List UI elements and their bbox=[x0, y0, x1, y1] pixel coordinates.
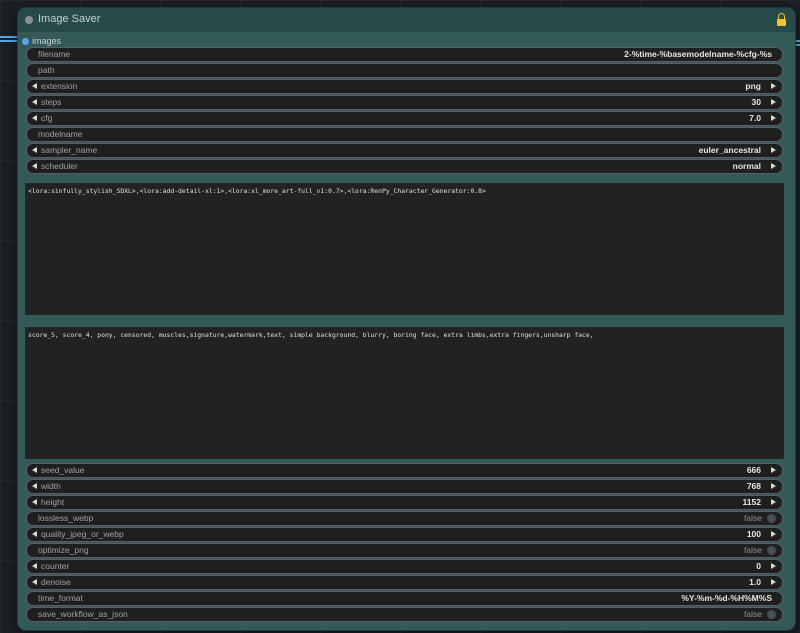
input-slot-dot-icon[interactable] bbox=[22, 38, 29, 45]
widget-steps[interactable]: steps 30 bbox=[26, 95, 783, 110]
node-header[interactable]: Image Saver bbox=[18, 8, 795, 32]
widget-value: 100 bbox=[746, 529, 761, 539]
widget-width[interactable]: width 768 bbox=[26, 479, 783, 494]
widget-label: path bbox=[38, 65, 55, 75]
widget-counter[interactable]: counter 0 bbox=[26, 559, 783, 574]
widget-label: scheduler bbox=[41, 161, 78, 171]
arrow-right-icon[interactable] bbox=[771, 483, 776, 489]
widget-value: %Y-%m-%d-%H%M%S bbox=[681, 593, 772, 603]
widget-filename[interactable]: filename 2-%time-%basemodelname-%cfg-%s bbox=[26, 47, 783, 62]
widget-lossless-webp[interactable]: lossless_webp false bbox=[26, 511, 783, 526]
widget-value: false bbox=[744, 545, 762, 555]
arrow-left-icon[interactable] bbox=[32, 483, 37, 489]
arrow-left-icon[interactable] bbox=[32, 531, 37, 537]
widget-value: png bbox=[745, 81, 761, 91]
widget-optimize-png[interactable]: optimize_png false bbox=[26, 543, 783, 558]
widget-value: 7.0 bbox=[749, 113, 761, 123]
widget-scheduler[interactable]: scheduler normal bbox=[26, 159, 783, 174]
arrow-right-icon[interactable] bbox=[771, 83, 776, 89]
arrow-left-icon[interactable] bbox=[32, 147, 37, 153]
widget-label: quality_jpeg_or_webp bbox=[41, 529, 124, 539]
widget-label: extension bbox=[41, 81, 78, 91]
widget-extension[interactable]: extension png bbox=[26, 79, 783, 94]
widget-label: save_workflow_as_json bbox=[38, 609, 128, 619]
arrow-left-icon[interactable] bbox=[32, 83, 37, 89]
widget-label: sampler_name bbox=[41, 145, 98, 155]
widget-value: 30 bbox=[751, 97, 761, 107]
widget-modelname[interactable]: modelname bbox=[26, 127, 783, 142]
image-saver-node[interactable]: Image Saver images filename 2-%time-%bas… bbox=[18, 8, 795, 630]
widget-label: optimize_png bbox=[38, 545, 89, 555]
arrow-left-icon[interactable] bbox=[32, 579, 37, 585]
toggle-knob-icon[interactable] bbox=[767, 610, 776, 619]
widget-label: modelname bbox=[38, 129, 83, 139]
arrow-right-icon[interactable] bbox=[771, 147, 776, 153]
widget-value: normal bbox=[732, 161, 761, 171]
widget-quality-jpeg-or-webp[interactable]: quality_jpeg_or_webp 100 bbox=[26, 527, 783, 542]
widget-value: false bbox=[744, 513, 762, 523]
arrow-right-icon[interactable] bbox=[771, 467, 776, 473]
arrow-left-icon[interactable] bbox=[32, 563, 37, 569]
collapse-dot-icon[interactable] bbox=[25, 16, 33, 24]
widget-seed-value[interactable]: seed_value 666 bbox=[26, 463, 783, 478]
widget-label: time_format bbox=[38, 593, 83, 603]
widget-label: cfg bbox=[41, 113, 53, 123]
arrow-left-icon[interactable] bbox=[32, 99, 37, 105]
arrow-right-icon[interactable] bbox=[771, 531, 776, 537]
input-slot-label: images bbox=[32, 36, 62, 46]
arrow-right-icon[interactable] bbox=[771, 563, 776, 569]
widget-cfg[interactable]: cfg 7.0 bbox=[26, 111, 783, 126]
widget-time-format[interactable]: time_format %Y-%m-%d-%H%M%S bbox=[26, 591, 783, 606]
arrow-left-icon[interactable] bbox=[32, 467, 37, 473]
widget-value: 768 bbox=[746, 481, 761, 491]
positive-prompt-textarea[interactable]: <lora:sinfully_stylish_SDXL>,<lora:add-d… bbox=[25, 183, 784, 315]
widget-value: 1.0 bbox=[749, 577, 761, 587]
widget-denoise[interactable]: denoise 1.0 bbox=[26, 575, 783, 590]
arrow-right-icon[interactable] bbox=[771, 99, 776, 105]
widget-value: 666 bbox=[746, 465, 761, 475]
lock-icon[interactable] bbox=[777, 13, 786, 26]
widget-value: euler_ancestral bbox=[698, 145, 761, 155]
widget-value: 0 bbox=[756, 561, 761, 571]
widget-sampler-name[interactable]: sampler_name euler_ancestral bbox=[26, 143, 783, 158]
widget-label: lossless_webp bbox=[38, 513, 94, 523]
node-title: Image Saver bbox=[38, 13, 101, 25]
arrow-left-icon[interactable] bbox=[32, 163, 37, 169]
widget-value: 1152 bbox=[742, 497, 761, 507]
toggle-knob-icon[interactable] bbox=[767, 546, 776, 555]
widget-label: denoise bbox=[41, 577, 71, 587]
widget-label: steps bbox=[41, 97, 62, 107]
widget-value: false bbox=[744, 609, 762, 619]
arrow-left-icon[interactable] bbox=[32, 499, 37, 505]
widget-save-workflow-as-json[interactable]: save_workflow_as_json false bbox=[26, 607, 783, 622]
widget-label: width bbox=[41, 481, 61, 491]
arrow-right-icon[interactable] bbox=[771, 579, 776, 585]
arrow-left-icon[interactable] bbox=[32, 115, 37, 121]
widget-label: filename bbox=[38, 49, 71, 59]
toggle-knob-icon[interactable] bbox=[767, 514, 776, 523]
widget-label: counter bbox=[41, 561, 70, 571]
negative-prompt-textarea[interactable]: score_5, score_4, pony, censored, muscle… bbox=[25, 327, 784, 459]
arrow-right-icon[interactable] bbox=[771, 163, 776, 169]
widget-label: height bbox=[41, 497, 65, 507]
widget-label: seed_value bbox=[41, 465, 85, 475]
widget-height[interactable]: height 1152 bbox=[26, 495, 783, 510]
widget-path[interactable]: path bbox=[26, 63, 783, 78]
widget-value: 2-%time-%basemodelname-%cfg-%s bbox=[624, 49, 772, 59]
arrow-right-icon[interactable] bbox=[771, 499, 776, 505]
arrow-right-icon[interactable] bbox=[771, 115, 776, 121]
